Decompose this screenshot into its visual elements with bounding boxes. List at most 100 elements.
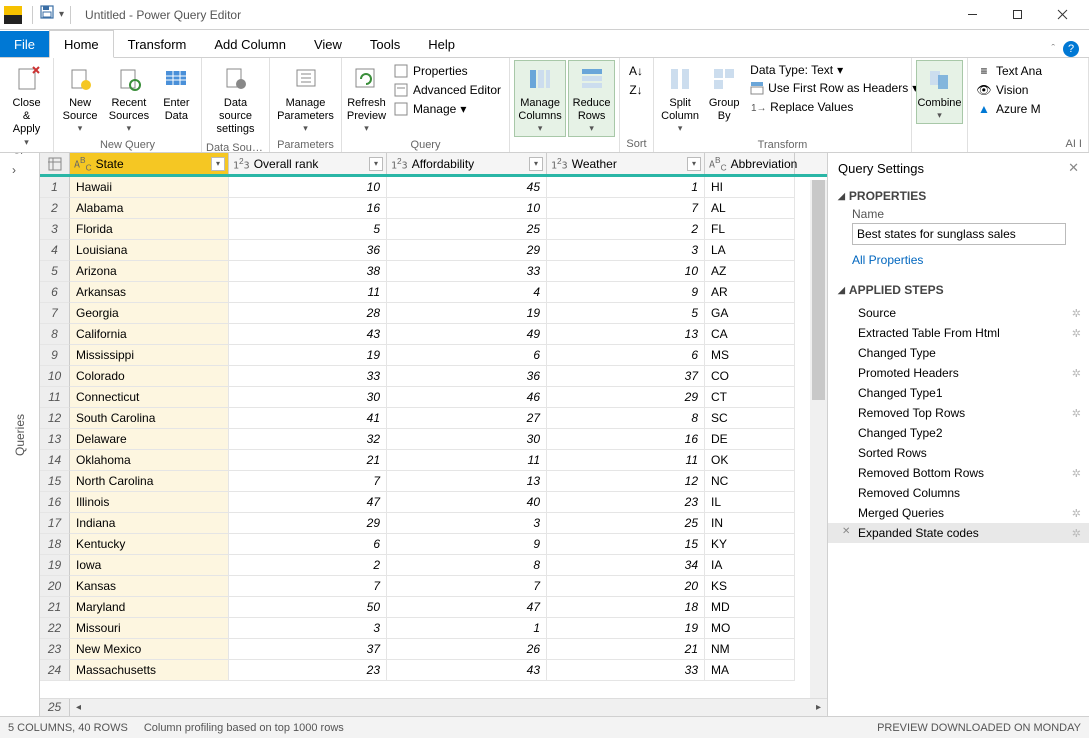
help-icon[interactable]: ? <box>1063 41 1079 57</box>
table-row[interactable]: 14Oklahoma211111OK <box>40 450 827 471</box>
table-row[interactable]: 19Iowa2834IA <box>40 555 827 576</box>
recent-sources-button[interactable]: Recent Sources▾ <box>104 60 154 137</box>
expand-queries-icon[interactable]: › <box>12 163 16 177</box>
enter-data-button[interactable]: Enter Data <box>156 60 197 126</box>
column-header-abbreviation[interactable]: ABCAbbreviation <box>705 153 795 174</box>
table-row[interactable]: 22Missouri3119MO <box>40 618 827 639</box>
table-row[interactable]: 23New Mexico372621NM <box>40 639 827 660</box>
table-row[interactable]: 4Louisiana36293LA <box>40 240 827 261</box>
table-row[interactable]: 12South Carolina41278SC <box>40 408 827 429</box>
properties-button[interactable]: Properties <box>391 62 503 80</box>
combine-button[interactable]: Combine▾ <box>916 60 963 124</box>
collapse-ribbon-icon[interactable]: ˆ <box>1051 43 1055 55</box>
column-header-affordability[interactable]: 123Affordability▾ <box>387 153 547 174</box>
applied-step[interactable]: Source✲ <box>828 303 1089 323</box>
sort-desc-button[interactable]: Z↓ <box>626 81 646 99</box>
gear-icon[interactable]: ✲ <box>1072 527 1081 540</box>
applied-step[interactable]: Changed Type2 <box>828 423 1089 443</box>
applied-step[interactable]: Extracted Table From Html✲ <box>828 323 1089 343</box>
table-row[interactable]: 13Delaware323016DE <box>40 429 827 450</box>
table-row[interactable]: 8California434913CA <box>40 324 827 345</box>
minimize-button[interactable] <box>950 0 995 29</box>
table-row[interactable]: 20Kansas7720KS <box>40 576 827 597</box>
new-source-button[interactable]: New Source▾ <box>58 60 102 137</box>
filter-icon[interactable]: ▾ <box>529 157 543 171</box>
manage-columns-button[interactable]: Manage Columns▾ <box>514 60 566 137</box>
tab-home[interactable]: Home <box>49 30 114 58</box>
data-type-button[interactable]: Data Type: Text ▾ <box>748 62 905 78</box>
horizontal-scrollbar[interactable]: 25 ◂ ▸ <box>40 698 827 716</box>
tab-transform[interactable]: Transform <box>114 31 201 57</box>
applied-steps-section[interactable]: ◢APPLIED STEPS <box>838 283 1079 297</box>
table-row[interactable]: 5Arizona383310AZ <box>40 261 827 282</box>
tab-file[interactable]: File <box>0 31 49 57</box>
table-row[interactable]: 21Maryland504718MD <box>40 597 827 618</box>
table-row[interactable]: 1Hawaii10451HI <box>40 177 827 198</box>
close-settings-icon[interactable]: ✕ <box>1068 160 1079 176</box>
applied-step[interactable]: Removed Bottom Rows✲ <box>828 463 1089 483</box>
applied-step[interactable]: Changed Type1 <box>828 383 1089 403</box>
save-icon[interactable] <box>39 4 55 25</box>
tab-add-column[interactable]: Add Column <box>200 31 300 57</box>
gear-icon[interactable]: ✲ <box>1072 507 1081 520</box>
close-apply-button[interactable]: Close & Apply▾ <box>4 60 49 150</box>
tab-view[interactable]: View <box>300 31 356 57</box>
row-header-corner[interactable] <box>40 153 70 174</box>
advanced-editor-button[interactable]: Advanced Editor <box>391 81 503 99</box>
properties-section[interactable]: ◢PROPERTIES <box>838 189 1079 203</box>
gear-icon[interactable]: ✲ <box>1072 307 1081 320</box>
gear-icon[interactable]: ✲ <box>1072 467 1081 480</box>
vision-button[interactable]: 👁Vision <box>974 81 1044 99</box>
table-row[interactable]: 6Arkansas1149AR <box>40 282 827 303</box>
text-analytics-button[interactable]: ≡Text Ana <box>974 62 1044 80</box>
tab-tools[interactable]: Tools <box>356 31 414 57</box>
gear-icon[interactable]: ✲ <box>1072 407 1081 420</box>
table-row[interactable]: 17Indiana29325IN <box>40 513 827 534</box>
refresh-preview-button[interactable]: Refresh Preview▾ <box>346 60 387 137</box>
maximize-button[interactable] <box>995 0 1040 29</box>
table-row[interactable]: 11Connecticut304629CT <box>40 387 827 408</box>
gear-icon[interactable]: ✲ <box>1072 367 1081 380</box>
azure-ml-button[interactable]: ▲Azure M <box>974 100 1044 118</box>
table-row[interactable]: 24Massachusetts234333MA <box>40 660 827 681</box>
applied-step[interactable]: Sorted Rows <box>828 443 1089 463</box>
first-row-headers-button[interactable]: Use First Row as Headers ▾ <box>748 79 905 97</box>
status-columns-rows: 5 COLUMNS, 40 ROWS <box>8 722 128 734</box>
tab-help[interactable]: Help <box>414 31 469 57</box>
table-row[interactable]: 15North Carolina71312NC <box>40 471 827 492</box>
filter-icon[interactable]: ▾ <box>687 157 701 171</box>
vertical-scrollbar[interactable] <box>810 180 827 698</box>
sort-asc-button[interactable]: A↓ <box>626 62 646 80</box>
close-button[interactable] <box>1040 0 1085 29</box>
filter-icon[interactable]: ▾ <box>369 157 383 171</box>
gear-icon[interactable]: ✲ <box>1072 327 1081 340</box>
table-row[interactable]: 10Colorado333637CO <box>40 366 827 387</box>
column-header-rank[interactable]: 123Overall rank▾ <box>229 153 387 174</box>
applied-step[interactable]: Removed Columns <box>828 483 1089 503</box>
applied-step[interactable]: Promoted Headers✲ <box>828 363 1089 383</box>
applied-step[interactable]: Expanded State codes✲ <box>828 523 1089 543</box>
queries-pane-collapsed[interactable]: › Queries <box>0 153 40 716</box>
table-row[interactable]: 3Florida5252FL <box>40 219 827 240</box>
applied-step[interactable]: Removed Top Rows✲ <box>828 403 1089 423</box>
manage-query-button[interactable]: Manage ▾ <box>391 100 503 118</box>
query-name-input[interactable] <box>852 223 1066 245</box>
manage-parameters-button[interactable]: Manage Parameters▾ <box>274 60 337 137</box>
table-row[interactable]: 9Mississippi1966MS <box>40 345 827 366</box>
all-properties-link[interactable]: All Properties <box>838 245 1079 271</box>
column-header-state[interactable]: ABCState▾ <box>70 153 229 174</box>
table-row[interactable]: 18Kentucky6915KY <box>40 534 827 555</box>
qat-dropdown-icon[interactable]: ▾ <box>59 9 64 20</box>
filter-icon[interactable]: ▾ <box>211 157 225 171</box>
group-by-button[interactable]: Group By <box>704 60 744 126</box>
data-source-settings-button[interactable]: Data source settings <box>206 60 265 140</box>
applied-step[interactable]: Merged Queries✲ <box>828 503 1089 523</box>
table-row[interactable]: 16Illinois474023IL <box>40 492 827 513</box>
split-column-button[interactable]: Split Column▾ <box>658 60 702 137</box>
reduce-rows-button[interactable]: Reduce Rows▾ <box>568 60 615 137</box>
table-row[interactable]: 7Georgia28195GA <box>40 303 827 324</box>
replace-values-button[interactable]: 1→2Replace Values <box>748 98 905 116</box>
applied-step[interactable]: Changed Type <box>828 343 1089 363</box>
column-header-weather[interactable]: 123Weather▾ <box>547 153 705 174</box>
table-row[interactable]: 2Alabama16107AL <box>40 198 827 219</box>
